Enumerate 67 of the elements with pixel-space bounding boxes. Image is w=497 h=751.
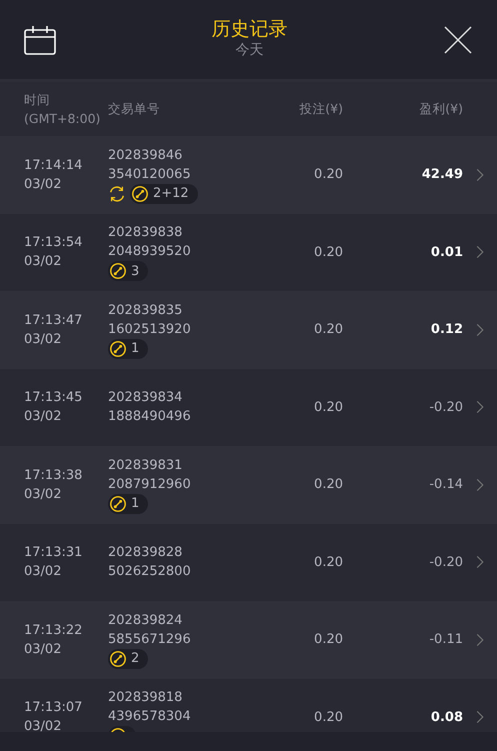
trade-date: 03/02 [24,253,62,272]
bet-amount: 0.20 [314,400,343,414]
close-button[interactable] [443,24,473,54]
order-number: 4396578304 [108,708,192,726]
profit-amount: -0.20 [429,554,463,570]
timezone-label: (GMT+8:00) [24,110,102,128]
profit-amount: 0.08 [430,710,463,724]
profit-amount: 42.49 [422,167,463,182]
bonus-count-badge: 2+12 [130,184,198,204]
multiplier-icon [109,340,127,358]
trade-time: 17:13:31 [24,544,84,562]
column-header: 时间 [24,91,51,109]
trade-date: 03/02 [24,176,62,194]
bonus-count-badge: 2 [108,648,148,669]
trade-time: 17:13:47 [24,312,84,330]
order-number: 3540120065 [108,166,192,184]
trade-time: 17:13:45 [24,389,84,408]
order-number: 1602513920 [108,320,192,339]
order-number: 5855671296 [108,630,192,649]
profit-amount: -0.20 [429,400,463,414]
trade-time: 17:13:22 [24,622,84,640]
order-number: 202839818 [108,689,184,708]
trade-date: 03/02 [24,330,62,349]
trade-time: 17:13:07 [24,699,84,718]
date-filter-label: 今天 [234,41,264,60]
bonus-count-badge: 1 [108,494,148,514]
profit-amount: 0.12 [430,322,463,337]
order-number: 2087912960 [108,476,192,494]
trade-date: 03/02 [24,718,62,736]
multiplier-icon [109,494,127,513]
column-header: 盈利(¥) [419,100,463,116]
order-number: 202839828 [108,544,184,562]
bet-amount: 0.20 [314,244,343,260]
profit-amount: 0.01 [430,244,463,260]
order-number: 202839838 [108,224,184,242]
multiplier-icon [131,184,149,203]
order-number: 5026252800 [108,563,192,582]
trade-time: 17:13:54 [24,234,84,252]
trade-time: 17:13:38 [24,466,84,485]
calendar-button[interactable] [24,24,56,54]
page-title: 历史记录 [212,18,288,40]
order-number: 2048939520 [108,243,192,262]
order-number: 202839831 [108,456,184,475]
multiplier-icon [109,650,127,668]
bet-amount: 0.20 [314,167,343,182]
order-number: 202839835 [108,302,184,320]
profit-amount: -0.11 [429,632,463,647]
bet-amount: 0.20 [314,477,343,492]
bet-amount: 0.20 [314,632,343,647]
bonus-count-badge: 3 [108,261,148,282]
bet-amount: 0.20 [314,554,343,570]
trade-time: 17:14:14 [24,156,84,175]
bet-amount: 0.20 [314,322,343,337]
trade-date: 03/02 [24,563,62,582]
trade-date: 03/02 [24,408,62,426]
order-number: 1888490496 [108,408,192,426]
column-header: 投注(¥) [299,100,343,116]
multiplier-icon [109,262,127,280]
order-number: 202839846 [108,146,184,165]
profit-amount: -0.14 [429,477,463,492]
trade-date: 03/02 [24,486,62,504]
trade-date: 03/02 [24,640,62,659]
column-header: 交易单号 [108,100,160,116]
order-number: 202839824 [108,612,184,630]
bet-amount: 0.20 [314,710,343,724]
order-number: 202839834 [108,389,184,408]
bonus-count-badge: 1 [108,338,148,359]
